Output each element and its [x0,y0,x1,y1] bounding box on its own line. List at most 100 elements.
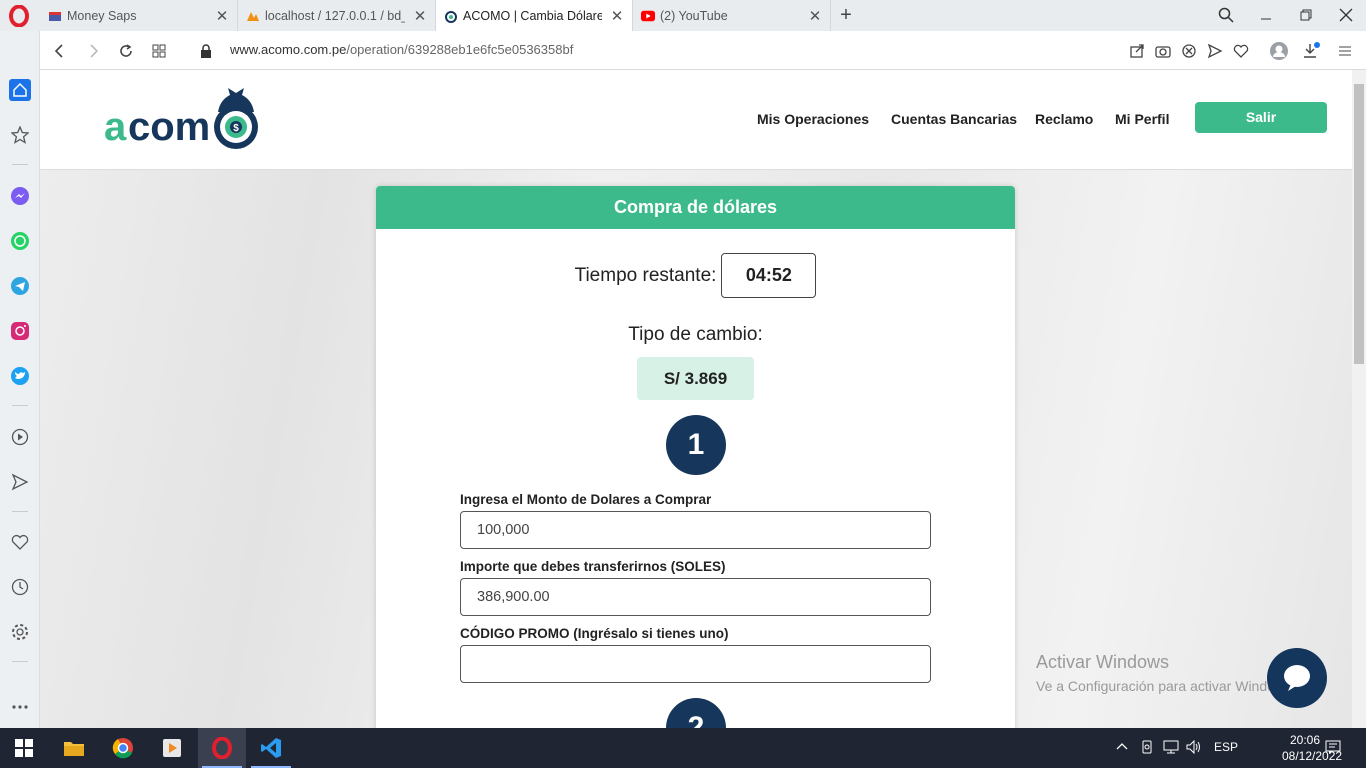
amount-usd-label: Ingresa el Monto de Dolares a Comprar [460,492,712,507]
tab-title: (2) YouTube [660,8,728,23]
messenger-icon[interactable] [8,184,32,208]
nav-cuentas-bancarias[interactable]: Cuentas Bancarias [891,111,1017,127]
watermark-title: Activar Windows [1036,652,1170,672]
svg-text:com: com [128,105,210,149]
search-tabs-icon[interactable] [1213,3,1239,27]
acomo-favicon-icon [444,9,458,23]
clock-time: 20:06 [1289,733,1321,747]
amount-soles-input[interactable]: 386,900.00 [460,578,931,616]
player-icon[interactable] [8,425,32,449]
step-2-badge: 2 [666,698,726,728]
tab-title: localhost / 127.0.0.1 / bd_c [265,8,405,23]
restore-button[interactable] [1293,3,1319,27]
ad-blocker-icon[interactable] [1179,41,1199,61]
close-window-button[interactable] [1333,3,1359,27]
sidebar-separator [12,511,28,512]
network-icon[interactable] [1163,740,1179,757]
close-tab-icon[interactable]: ✕ [808,8,822,25]
svg-text:$: $ [233,123,239,134]
svg-text:a: a [104,105,127,149]
close-tab-icon[interactable]: ✕ [610,8,624,25]
chat-button[interactable] [1267,648,1327,708]
speed-dial-icon[interactable] [148,40,170,62]
clock-date: 08/12/2022 [1282,749,1343,763]
start-button[interactable] [0,728,48,768]
input-language[interactable]: ESP [1214,740,1238,754]
share-icon[interactable] [1127,41,1147,61]
media-player-icon[interactable] [148,728,196,768]
amount-usd-input[interactable]: 100,000 [460,511,931,549]
timer-label: Tiempo restante: [574,264,717,286]
youtube-favicon-icon [641,9,655,23]
file-explorer-icon[interactable] [50,728,98,768]
lock-icon[interactable] [195,40,217,62]
instagram-icon[interactable] [8,319,32,343]
url-domain: www.acomo.com.pe [230,42,347,57]
volume-icon[interactable] [1186,739,1202,757]
logout-button[interactable]: Salir [1195,102,1327,133]
promo-code-input[interactable] [460,645,931,683]
settings-gear-icon[interactable] [8,620,32,644]
sidebar-separator [12,164,28,165]
close-tab-icon[interactable]: ✕ [215,8,229,25]
browser-sidebar [0,31,40,728]
new-tab-button[interactable]: + [836,4,856,26]
address-bar: www.acomo.com.pe/operation/639288eb1e6fc… [40,31,1366,70]
downloads-icon[interactable] [1301,41,1321,61]
bookmarks-star-icon[interactable] [8,123,32,147]
pinboard-heart-icon[interactable] [8,530,32,554]
telegram-icon[interactable] [8,274,32,298]
more-options-icon[interactable] [8,695,32,719]
tab-acomo[interactable]: ACOMO | Cambia Dólares y ✕ [436,0,633,31]
system-clock[interactable]: 20:06 08/12/2022 [1282,732,1343,764]
site-header: $ a com Mis Operaciones Cuentas Bancaria… [40,70,1352,170]
sidebar-separator [12,405,28,406]
tab-phpmyadmin[interactable]: localhost / 127.0.0.1 / bd_c ✕ [238,0,436,31]
chat-bubble-icon [1284,665,1310,691]
notifications-icon[interactable] [1325,740,1341,757]
opera-logo-icon[interactable] [8,4,30,28]
tab-youtube[interactable]: (2) YouTube ✕ [633,0,831,31]
nav-mi-perfil[interactable]: Mi Perfil [1115,111,1169,127]
exchange-rate-label: Tipo de cambio: [628,324,763,345]
minimize-button[interactable] [1253,3,1279,27]
my-flow-icon[interactable] [8,470,32,494]
windows-taskbar: ESP 20:06 08/12/2022 [0,728,1366,768]
bookmark-heart-icon[interactable] [1231,41,1251,61]
snapshot-icon[interactable] [1153,41,1173,61]
nav-mis-operaciones[interactable]: Mis Operaciones [757,111,869,127]
profile-avatar-icon[interactable] [1269,41,1289,61]
home-icon[interactable] [8,78,32,102]
url-field[interactable]: www.acomo.com.pe/operation/639288eb1e6fc… [230,42,573,57]
show-hidden-icons-icon[interactable] [1116,740,1128,755]
windows-logo-icon [15,739,33,757]
reload-button[interactable] [115,40,137,62]
send-icon[interactable] [1205,41,1225,61]
amount-soles-label: Importe que debes transferirnos (SOLES) [460,559,726,574]
opera-taskbar-icon[interactable] [198,728,246,768]
whatsapp-icon[interactable] [8,229,32,253]
twitter-icon[interactable] [8,364,32,388]
scrollbar-thumb[interactable] [1354,84,1364,364]
chrome-icon[interactable] [99,728,147,768]
promo-code-label: CÓDIGO PROMO (Ingrésalo si tienes uno) [460,626,729,641]
back-button[interactable] [49,40,71,62]
tab-money-saps[interactable]: Money Saps ✕ [40,0,238,31]
easy-setup-icon[interactable] [1335,41,1355,61]
watermark-subtitle: Ve a Configuración para activar Windows. [1036,678,1296,694]
card-title: Compra de dólares [376,186,1015,229]
forward-button[interactable] [82,40,104,62]
page-scrollbar[interactable] [1352,70,1366,728]
vscode-icon[interactable] [247,728,295,768]
acomo-logo[interactable]: $ a com [104,86,264,154]
tab-title: Money Saps [67,8,137,23]
nav-reclamo[interactable]: Reclamo [1035,111,1093,127]
system-tray-device-icon[interactable] [1140,740,1154,757]
url-path: /operation/639288eb1e6fc5e0536358bf [346,42,574,57]
close-tab-icon[interactable]: ✕ [413,8,427,25]
history-clock-icon[interactable] [8,575,32,599]
countdown-timer: 04:52 [721,253,817,298]
purchase-card: Compra de dólares Tiempo restante: 04:52… [376,186,1015,728]
exchange-rate-badge: S/ 3.869 [637,357,754,400]
money-saps-favicon-icon [48,9,62,23]
